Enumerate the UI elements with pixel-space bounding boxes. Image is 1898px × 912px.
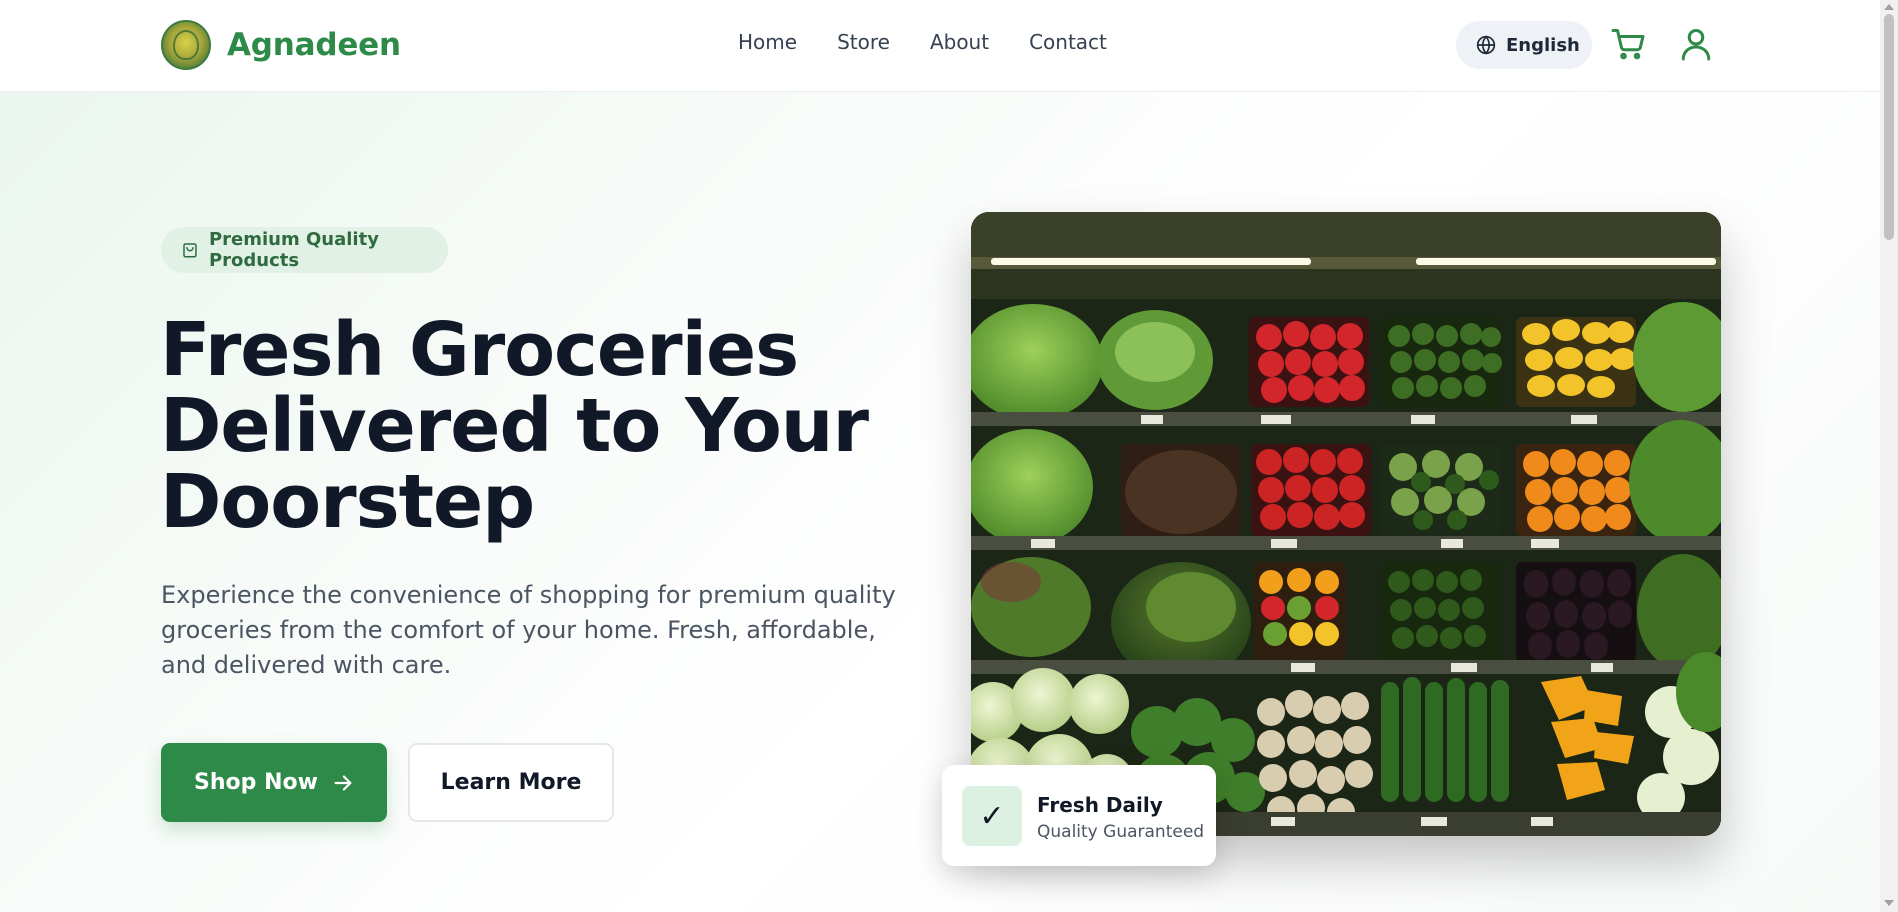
fresh-daily-subtitle: Quality Guaranteed (1037, 822, 1205, 842)
arrow-right-icon (334, 774, 352, 791)
shopping-bag-icon (183, 243, 197, 258)
language-selector[interactable]: English (1456, 21, 1592, 69)
fresh-daily-card: ✓ Fresh Daily Quality Guaranteed (942, 765, 1216, 866)
hero-title-line: Fresh Groceries (160, 307, 799, 393)
user-icon[interactable] (1678, 26, 1714, 62)
scroll-down-arrow-icon[interactable] (1884, 900, 1894, 906)
scroll-up-arrow-icon[interactable] (1884, 4, 1894, 10)
logo-emblem (173, 30, 199, 60)
brand-name: Agnadeen (227, 27, 401, 63)
globe-icon (1476, 35, 1496, 55)
nav-link-home[interactable]: Home (738, 30, 797, 54)
site-header: Agnadeen Home Store About Contact Englis… (0, 0, 1880, 92)
hero-title: Fresh Groceries Delivered to Your Doorst… (160, 312, 920, 540)
hero-subtitle-line: and delivered with care. (161, 651, 452, 679)
produce-shelves-illustration (971, 212, 1721, 836)
brand-logo (161, 20, 211, 70)
hero-title-line: Delivered to Your (160, 383, 869, 469)
nav-link-about[interactable]: About (930, 30, 989, 54)
fresh-daily-title: Fresh Daily (1037, 793, 1163, 817)
checkmark-icon: ✓ (962, 786, 1022, 846)
scrollbar-thumb[interactable] (1884, 14, 1894, 240)
hero-subtitle-line: Experience the convenience of shopping f… (161, 581, 896, 609)
cart-icon[interactable] (1610, 26, 1646, 62)
hero-title-line: Doorstep (160, 459, 535, 545)
language-label: English (1506, 34, 1580, 56)
nav-link-store[interactable]: Store (837, 30, 890, 54)
nav-link-contact[interactable]: Contact (1029, 30, 1107, 54)
main-nav: Home Store About Contact (738, 30, 1147, 54)
badge-label: Premium Quality Products (208, 229, 379, 271)
learn-more-button[interactable]: Learn More (408, 743, 614, 822)
hero-subtitle: Experience the convenience of shopping f… (161, 578, 901, 683)
shop-now-button[interactable]: Shop Now (161, 743, 387, 822)
page-scrollbar[interactable] (1880, 0, 1898, 912)
hero-produce-image (971, 212, 1721, 836)
brand-link[interactable]: Agnadeen (161, 19, 401, 71)
shop-now-label: Shop Now (194, 770, 318, 795)
learn-more-label: Learn More (440, 770, 582, 795)
quality-badge: Premium Quality Products (161, 227, 448, 273)
hero-subtitle-line: groceries from the comfort of your home.… (161, 616, 876, 644)
